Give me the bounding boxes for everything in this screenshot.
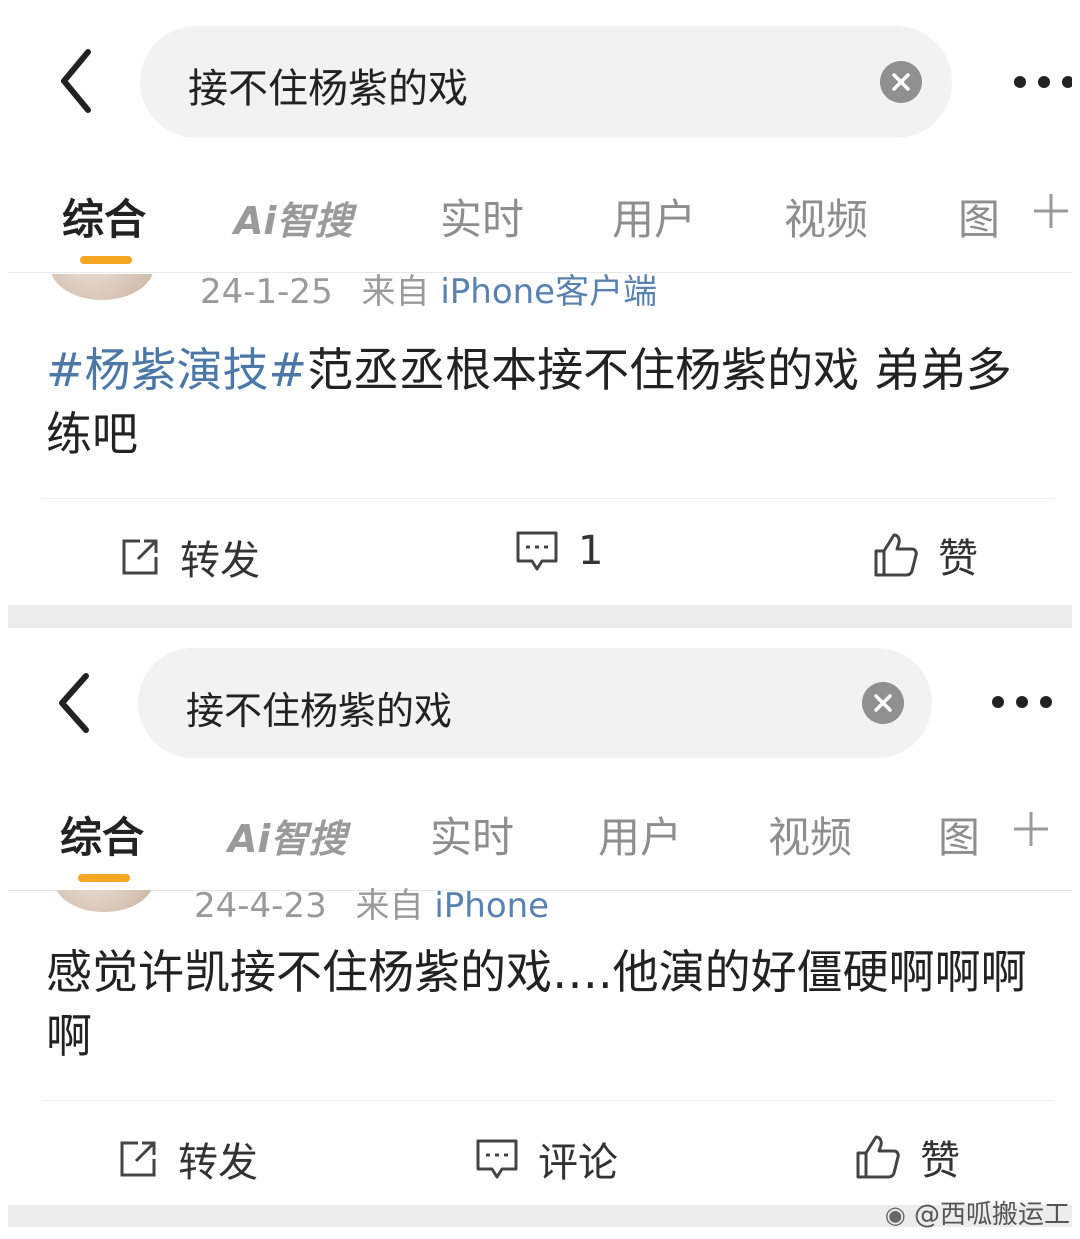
like-label: 赞 (920, 1138, 960, 1184)
post-date: 24-1-25 (200, 272, 333, 312)
weibo-logo-icon: ◉ (884, 1201, 906, 1229)
back-arrow-icon[interactable] (54, 668, 94, 738)
thumbs-up-icon (856, 1135, 900, 1179)
tab-video[interactable]: 视频 (784, 186, 868, 247)
back-arrow-icon[interactable] (56, 46, 96, 116)
tab-images[interactable]: 图 (958, 186, 1000, 247)
search-bar[interactable]: 接不住杨紫的戏 (138, 648, 932, 758)
tab-users[interactable]: 用户 (598, 804, 682, 865)
post-text: 感觉许凯接不住杨紫的戏….他演的好僵硬啊啊啊啊 (46, 945, 1027, 1063)
comment-label: 评论 (538, 1140, 618, 1186)
search-bar[interactable]: 接不住杨紫的戏 (140, 26, 952, 138)
add-tab-icon[interactable] (1012, 810, 1050, 848)
tab-images[interactable]: 图 (938, 804, 980, 865)
tab-realtime[interactable]: 实时 (440, 186, 524, 247)
thumbs-up-icon (874, 533, 918, 577)
repost-icon (120, 1141, 156, 1177)
comment-icon (516, 531, 558, 571)
like-button[interactable]: 赞 (854, 1128, 960, 1186)
comment-button[interactable]: 1 (514, 528, 603, 574)
active-tab-indicator (78, 874, 130, 882)
screenshot-panel-1: 接不住杨紫的戏 综合 Ai智搜 实时 用户 视频 图 24-1-25 来自 iP… (8, 0, 1072, 605)
repost-button[interactable]: 转发 (118, 528, 260, 586)
clear-search-icon[interactable] (880, 61, 922, 103)
post-content: #杨紫演技#范丞丞根本接不住杨紫的戏 弟弟多练吧 (46, 338, 1056, 466)
watermark-text: @西呱搬运工 (913, 1200, 1070, 1230)
panel-separator (8, 605, 1072, 628)
repost-button[interactable]: 转发 (116, 1130, 258, 1188)
more-options-icon[interactable] (992, 696, 1052, 708)
clear-search-icon[interactable] (862, 682, 904, 724)
search-input[interactable]: 接不住杨紫的戏 (188, 56, 468, 114)
tab-realtime[interactable]: 实时 (430, 804, 514, 865)
add-tab-icon[interactable] (1032, 192, 1070, 230)
repost-label: 转发 (180, 538, 260, 584)
post-from-label: 来自 (355, 886, 424, 926)
active-tab-indicator (80, 256, 132, 264)
repost-label: 转发 (178, 1140, 258, 1186)
post-date: 24-4-23 (194, 886, 327, 926)
like-label: 赞 (938, 536, 978, 582)
comment-button[interactable]: 评论 (474, 1130, 618, 1188)
screenshot-panel-2: 接不住杨紫的戏 综合 Ai智搜 实时 用户 视频 图 24-4-23 来自 iP… (8, 628, 1072, 1205)
post-meta: 24-4-23 来自 iPhone (194, 878, 549, 927)
search-input[interactable]: 接不住杨紫的戏 (186, 680, 452, 735)
tab-users[interactable]: 用户 (612, 186, 696, 247)
tab-comprehensive[interactable]: 综合 (60, 804, 144, 865)
tab-ai-search[interactable]: Ai智搜 (228, 808, 346, 863)
action-divider (42, 498, 1054, 499)
tab-comprehensive[interactable]: 综合 (62, 186, 146, 247)
tab-video[interactable]: 视频 (768, 804, 852, 865)
post-source: iPhone (434, 886, 550, 926)
post-source: iPhone客户端 (440, 272, 658, 312)
tab-ai-search[interactable]: Ai智搜 (234, 190, 352, 245)
like-button[interactable]: 赞 (872, 526, 978, 584)
post-topic-link[interactable]: #杨紫演技# (46, 343, 307, 397)
post-from-label: 来自 (361, 272, 430, 312)
comment-count: 1 (578, 528, 604, 574)
repost-icon (122, 539, 158, 575)
weibo-watermark: ◉ @西呱搬运工 (885, 1194, 1070, 1231)
comment-icon (476, 1139, 518, 1179)
post-content: 感觉许凯接不住杨紫的戏….他演的好僵硬啊啊啊啊 (46, 940, 1056, 1068)
more-options-icon[interactable] (1014, 76, 1072, 88)
action-divider (42, 1100, 1054, 1101)
post-meta: 24-1-25 来自 iPhone客户端 (200, 264, 657, 313)
